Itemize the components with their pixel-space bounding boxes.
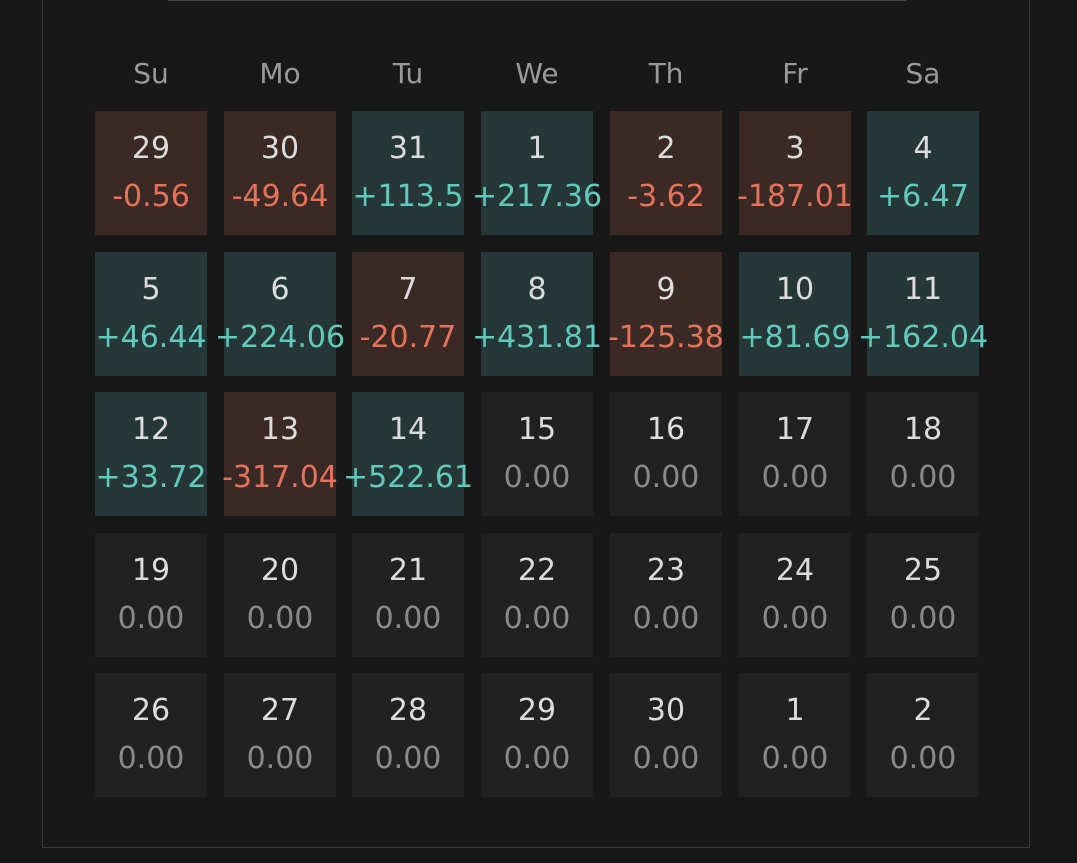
weekday-monday: Mo bbox=[259, 57, 301, 90]
calendar-day-cell[interactable]: 31 +113.5 bbox=[352, 111, 464, 235]
weekday-sunday: Su bbox=[133, 57, 169, 90]
day-number: 2 bbox=[656, 131, 676, 166]
calendar-day-cell[interactable]: 20 0.00 bbox=[224, 533, 336, 657]
day-pnl-value: 0.00 bbox=[889, 741, 957, 776]
day-number: 1 bbox=[785, 693, 805, 728]
day-number: 31 bbox=[388, 131, 428, 166]
calendar-day-cell[interactable]: 27 0.00 bbox=[224, 673, 336, 797]
calendar-day-cell[interactable]: 5 +46.44 bbox=[95, 252, 207, 376]
calendar-day-cell[interactable]: 2 -3.62 bbox=[610, 111, 722, 235]
calendar-day-cell[interactable]: 3 -187.01 bbox=[737, 111, 853, 235]
calendar-day-cell[interactable]: 21 0.00 bbox=[352, 533, 464, 657]
day-number: 7 bbox=[398, 272, 418, 307]
day-number: 24 bbox=[775, 553, 815, 588]
calendar-day-cell[interactable]: 10 +81.69 bbox=[739, 252, 851, 376]
calendar-day-cell[interactable]: 30 0.00 bbox=[610, 673, 722, 797]
day-number: 6 bbox=[270, 272, 290, 307]
calendar-day-cell[interactable]: 1 0.00 bbox=[739, 673, 851, 797]
calendar-day-cell[interactable]: 2 0.00 bbox=[867, 673, 979, 797]
calendar-day-cell[interactable]: 7 -20.77 bbox=[352, 252, 464, 376]
day-pnl-value: 0.00 bbox=[889, 601, 957, 636]
calendar-day-cell[interactable]: 12 +33.72 bbox=[95, 392, 207, 516]
day-number: 18 bbox=[903, 412, 943, 447]
day-pnl-value: +162.04 bbox=[857, 320, 989, 355]
day-number: 10 bbox=[775, 272, 815, 307]
day-number: 28 bbox=[388, 693, 428, 728]
calendar-grid: 29 -0.56 30 -49.64 31 +113.5 1 +217.36 2 -3.62 3 -1… bbox=[95, 111, 988, 797]
day-number: 11 bbox=[903, 272, 943, 307]
calendar-day-cell[interactable]: 1 +217.36 bbox=[472, 111, 602, 235]
calendar-day-cell[interactable]: 22 0.00 bbox=[481, 533, 593, 657]
calendar-day-cell[interactable]: 28 0.00 bbox=[352, 673, 464, 797]
day-number: 8 bbox=[527, 272, 547, 307]
day-number: 13 bbox=[260, 412, 300, 447]
calendar-day-cell[interactable]: 26 0.00 bbox=[95, 673, 207, 797]
calendar-day-cell[interactable]: 13 -317.04 bbox=[222, 392, 338, 516]
weekday-tuesday: Tu bbox=[392, 57, 424, 90]
calendar-day-cell[interactable]: 16 0.00 bbox=[610, 392, 722, 516]
day-number: 25 bbox=[903, 553, 943, 588]
day-number: 29 bbox=[517, 693, 557, 728]
day-number: 3 bbox=[785, 131, 805, 166]
day-number: 15 bbox=[517, 412, 557, 447]
weekday-wednesday: We bbox=[515, 57, 559, 90]
calendar-day-cell[interactable]: 25 0.00 bbox=[867, 533, 979, 657]
calendar-day-cell[interactable]: 15 0.00 bbox=[481, 392, 593, 516]
calendar-day-cell[interactable]: 17 0.00 bbox=[739, 392, 851, 516]
calendar-day-cell[interactable]: 11 +162.04 bbox=[858, 252, 988, 376]
day-number: 1 bbox=[527, 131, 547, 166]
calendar-day-cell[interactable]: 9 -125.38 bbox=[608, 252, 724, 376]
weekday-saturday: Sa bbox=[905, 57, 941, 90]
day-number: 17 bbox=[775, 412, 815, 447]
day-number: 9 bbox=[656, 272, 676, 307]
day-number: 4 bbox=[913, 131, 933, 166]
day-number: 30 bbox=[260, 131, 300, 166]
day-number: 16 bbox=[646, 412, 686, 447]
day-number: 26 bbox=[131, 693, 171, 728]
day-number: 5 bbox=[141, 272, 161, 307]
day-number: 30 bbox=[646, 693, 686, 728]
calendar-day-cell[interactable]: 29 -0.56 bbox=[95, 111, 207, 235]
header-divider bbox=[168, 0, 906, 1]
day-number: 29 bbox=[131, 131, 171, 166]
day-pnl-value: +6.47 bbox=[877, 179, 969, 214]
calendar-day-cell[interactable]: 18 0.00 bbox=[867, 392, 979, 516]
calendar-day-cell[interactable]: 29 0.00 bbox=[481, 673, 593, 797]
calendar-day-cell[interactable]: 23 0.00 bbox=[610, 533, 722, 657]
calendar-day-cell[interactable]: 8 +431.81 bbox=[472, 252, 602, 376]
calendar-day-cell[interactable]: 4 +6.47 bbox=[867, 111, 979, 235]
day-number: 14 bbox=[388, 412, 428, 447]
day-number: 21 bbox=[388, 553, 428, 588]
calendar-day-cell[interactable]: 24 0.00 bbox=[739, 533, 851, 657]
weekday-thursday: Th bbox=[648, 57, 684, 90]
calendar-day-cell[interactable]: 19 0.00 bbox=[95, 533, 207, 657]
day-number: 23 bbox=[646, 553, 686, 588]
day-number: 22 bbox=[517, 553, 557, 588]
weekday-friday: Fr bbox=[782, 57, 808, 90]
day-pnl-value: 0.00 bbox=[889, 460, 957, 495]
day-number: 2 bbox=[913, 693, 933, 728]
day-number: 12 bbox=[131, 412, 171, 447]
day-number: 20 bbox=[260, 553, 300, 588]
day-number: 27 bbox=[260, 693, 300, 728]
calendar-day-cell[interactable]: 14 +522.61 bbox=[343, 392, 473, 516]
weekday-header-row: Su Mo Tu We Th Fr Sa bbox=[95, 56, 979, 92]
calendar-day-cell[interactable]: 30 -49.64 bbox=[224, 111, 336, 235]
calendar-day-cell[interactable]: 6 +224.06 bbox=[215, 252, 345, 376]
day-number: 19 bbox=[131, 553, 171, 588]
